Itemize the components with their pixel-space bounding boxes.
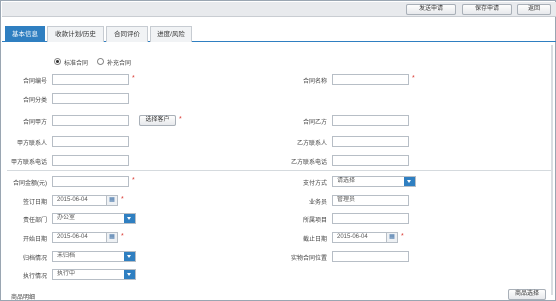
archive-status-select[interactable]: 未归档 [52,251,136,262]
department-value: 办公室 [57,215,76,221]
required-mark: * [412,75,415,82]
contract-name-label: 合同名称 [302,79,327,85]
archive-status-label: 归档情况 [22,256,47,262]
party-a-phone-label: 甲方联系电话 [10,160,47,166]
tab-payment-plan[interactable]: 收款计划/历史 [47,26,104,42]
party-b-phone-input[interactable] [332,155,409,166]
payment-method-value: 请选择 [337,178,356,184]
execution-status-value: 执行中 [57,271,76,277]
tab-contract-review[interactable]: 合同评价 [106,26,148,42]
scrollbar[interactable] [551,45,553,295]
required-mark: * [401,233,404,240]
physical-location-label: 实物合同位置 [290,256,327,262]
tab-progress-risk[interactable]: 进度/风险 [150,26,192,42]
toolbar: 发送申请 保存申请 返回 [2,2,556,17]
calendar-icon[interactable]: ▦ [106,233,117,242]
project-label: 所属项目 [302,218,327,224]
radio-supplement-label: 补充合同 [107,61,132,67]
party-b-phone-label: 乙方联系电话 [290,160,327,166]
party-a-contact-input[interactable] [52,136,129,147]
required-mark: * [179,116,182,123]
party-a-input[interactable] [52,115,129,126]
category-input[interactable] [52,93,129,104]
end-date-value: 2015-06-04 [337,234,368,240]
start-date-value: 2015-06-04 [57,234,88,240]
select-customer-button[interactable]: 选择客户 [139,115,176,126]
contract-no-input[interactable] [52,74,129,85]
tab-basic-info[interactable]: 基本信息 [5,26,45,42]
calendar-icon[interactable]: ▦ [386,233,397,242]
radio-supplement-contract[interactable] [97,58,104,65]
physical-location-input[interactable] [332,251,409,262]
execution-status-label: 执行情况 [22,274,47,280]
select-goods-button[interactable]: 商品选择 [508,289,546,300]
chevron-down-icon[interactable] [124,214,135,223]
payment-method-select[interactable]: 请选择 [332,176,416,187]
party-b-contact-label: 乙方联系人 [296,141,327,147]
salesman-label: 业务员 [308,200,327,206]
amount-label: 合同金额(元) [13,181,47,187]
salesman-input[interactable]: 管理员 [332,195,409,206]
chevron-down-icon[interactable] [404,177,415,186]
category-label: 合同分类 [22,98,47,104]
sign-date-value: 2015-06-04 [57,197,88,203]
required-mark: * [132,177,135,184]
radio-standard-label: 标准合同 [64,61,89,67]
party-b-input[interactable] [332,115,409,126]
required-mark: * [132,75,135,82]
end-date-label: 截止日期 [302,237,327,243]
department-select[interactable]: 办公室 [52,213,136,224]
contract-no-label: 合同编号 [22,79,47,85]
calendar-icon[interactable]: ▦ [106,196,117,205]
goods-detail-label: 商品明细 [11,295,36,301]
project-input[interactable] [332,213,409,224]
sign-date-input[interactable]: 2015-06-04 ▦ [52,195,118,206]
payment-method-label: 支付方式 [302,181,327,187]
start-date-label: 开始日期 [22,237,47,243]
execution-status-select[interactable]: 执行中 [52,269,136,280]
contract-name-input[interactable] [332,74,409,85]
amount-input[interactable] [52,176,129,187]
party-b-contact-input[interactable] [332,136,409,147]
section-divider [7,170,551,171]
tab-bar: 基本信息 收款计划/历史 合同评价 进度/风险 [2,26,556,42]
start-date-input[interactable]: 2015-06-04 ▦ [52,232,118,243]
department-label: 责任部门 [22,218,47,224]
archive-status-value: 未归档 [57,253,76,259]
party-a-contact-label: 甲方联系人 [16,141,47,147]
required-mark: * [121,233,124,240]
send-request-button[interactable]: 发送申请 [406,4,456,15]
end-date-input[interactable]: 2015-06-04 ▦ [332,232,398,243]
sign-date-label: 签订日期 [22,200,47,206]
back-button[interactable]: 返回 [517,4,551,15]
party-a-phone-input[interactable] [52,155,129,166]
chevron-down-icon[interactable] [124,270,135,279]
party-a-label: 合同甲方 [22,120,47,126]
required-mark: * [121,196,124,203]
chevron-down-icon[interactable] [124,252,135,261]
save-request-button[interactable]: 保存申请 [462,4,512,15]
party-b-label: 合同乙方 [302,120,327,126]
radio-standard-contract[interactable] [54,58,61,65]
app-window: 发送申请 保存申请 返回 基本信息 收款计划/历史 合同评价 进度/风险 标准合… [0,0,556,301]
